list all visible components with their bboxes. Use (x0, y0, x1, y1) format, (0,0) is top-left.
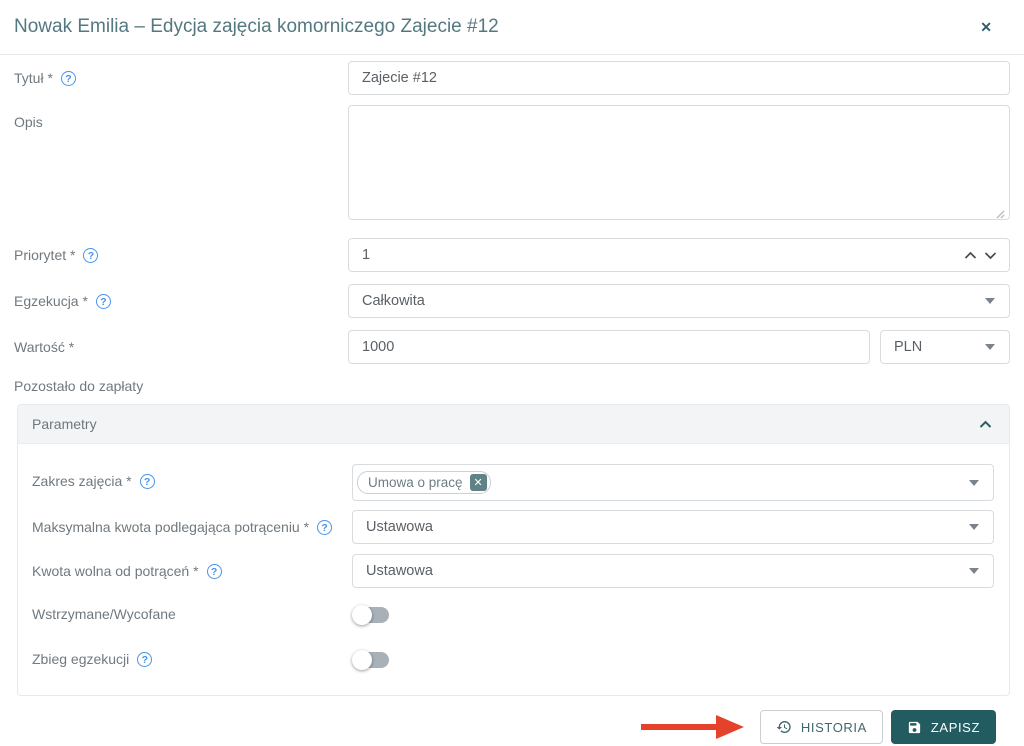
field-row-execution: Egzekucja * ? Całkowita (14, 284, 1010, 318)
help-icon[interactable]: ? (83, 248, 99, 263)
suspended-toggle[interactable] (352, 605, 389, 625)
scope-label: Zakres zajęcia * ? (32, 464, 352, 501)
field-row-priority: Priorytet * ? (14, 238, 1010, 272)
field-row-title: Tytuł * ? (14, 61, 1010, 95)
toggle-knob (352, 605, 372, 625)
history-button-label: HISTORIA (800, 719, 867, 735)
history-icon (776, 721, 791, 733)
help-icon[interactable]: ? (317, 520, 333, 535)
caret-down-icon (969, 568, 979, 574)
free-amount-select-value: Ustawowa (366, 563, 433, 579)
history-button[interactable]: HISTORIA (759, 710, 883, 744)
help-icon[interactable]: ? (139, 474, 155, 489)
concurrence-toggle[interactable] (352, 650, 389, 670)
field-row-scope: Zakres zajęcia * ? Umowa o pracę ✕ (32, 464, 994, 501)
parameters-panel: Parametry Zakres zajęcia * ? Umowa o pra… (17, 404, 1010, 696)
chevron-up-icon[interactable] (964, 251, 977, 260)
chevron-down-icon[interactable] (984, 251, 997, 260)
execution-select-value: Całkowita (362, 293, 425, 309)
resize-handle-icon[interactable] (994, 208, 1005, 219)
annotation-arrow (640, 715, 744, 739)
field-row-value: Wartość * PLN (14, 330, 1010, 364)
field-row-description: Opis (14, 105, 1010, 225)
parameters-panel-title: Parametry (32, 416, 97, 432)
free-amount-label: Kwota wolna od potrąceń * ? (32, 554, 352, 588)
modal-header: Nowak Emilia – Edycja zajęcia komornicze… (0, 0, 1024, 55)
execution-label: Egzekucja * ? (14, 284, 348, 318)
caret-down-icon (969, 524, 979, 530)
field-row-free-amount: Kwota wolna od potrąceń * ? Ustawowa (32, 554, 994, 588)
description-label: Opis (14, 114, 43, 130)
execution-select[interactable]: Całkowita (348, 284, 1010, 318)
priority-label: Priorytet * ? (14, 238, 348, 272)
seizure-form: Tytuł * ? Opis Priorytet * (0, 55, 1024, 744)
currency-select[interactable]: PLN (880, 330, 1010, 364)
max-amount-label: Maksymalna kwota podlegająca potrąceniu … (32, 510, 352, 544)
field-row-max-amount: Maksymalna kwota podlegająca potrąceniu … (32, 510, 994, 544)
concurrence-label: Zbieg egzekucji ? (32, 647, 352, 675)
title-label: Tytuł * ? (14, 61, 348, 95)
caret-down-icon (985, 344, 995, 350)
title-input[interactable] (348, 61, 1010, 95)
help-icon[interactable]: ? (137, 652, 153, 667)
currency-select-value: PLN (894, 339, 923, 355)
field-row-remaining: Pozostało do zapłaty (14, 378, 1010, 398)
field-row-suspended: Wstrzymane/Wycofane (32, 602, 994, 630)
free-amount-select[interactable]: Ustawowa (352, 554, 994, 588)
toggle-knob (352, 650, 372, 670)
page-title: Nowak Emilia – Edycja zajęcia komornicze… (14, 16, 499, 37)
help-icon[interactable]: ? (206, 564, 222, 579)
caret-down-icon (985, 298, 995, 304)
scope-chip-label: Umowa o pracę (368, 475, 463, 490)
scope-chip: Umowa o pracę ✕ (357, 471, 491, 494)
value-input[interactable] (348, 330, 870, 364)
chevron-up-icon[interactable] (979, 420, 992, 429)
save-button[interactable]: ZAPISZ (890, 710, 996, 744)
suspended-label: Wstrzymane/Wycofane (32, 606, 176, 622)
description-textarea[interactable] (348, 105, 1010, 220)
max-amount-select[interactable]: Ustawowa (352, 510, 994, 544)
edit-seizure-modal: Nowak Emilia – Edycja zajęcia komornicze… (0, 0, 1024, 744)
close-icon[interactable]: ✕ (976, 16, 1010, 38)
help-icon[interactable]: ? (95, 294, 111, 309)
priority-stepper-input[interactable] (348, 238, 1010, 272)
save-button-label: ZAPISZ (930, 719, 980, 735)
parameters-panel-body: Zakres zajęcia * ? Umowa o pracę ✕ Maksy… (18, 444, 1009, 695)
chip-remove-icon[interactable]: ✕ (469, 474, 487, 491)
modal-footer: HISTORIA ZAPISZ (14, 710, 1010, 744)
caret-down-icon (969, 479, 979, 486)
value-label: Wartość * (14, 339, 75, 355)
save-icon (908, 721, 921, 733)
scope-multiselect[interactable]: Umowa o pracę ✕ (352, 464, 994, 501)
parameters-panel-header[interactable]: Parametry (18, 405, 1009, 444)
help-icon[interactable]: ? (60, 71, 76, 86)
field-row-concurrence: Zbieg egzekucji ? (32, 647, 994, 675)
max-amount-select-value: Ustawowa (366, 519, 433, 535)
remaining-label: Pozostało do zapłaty (14, 378, 144, 394)
